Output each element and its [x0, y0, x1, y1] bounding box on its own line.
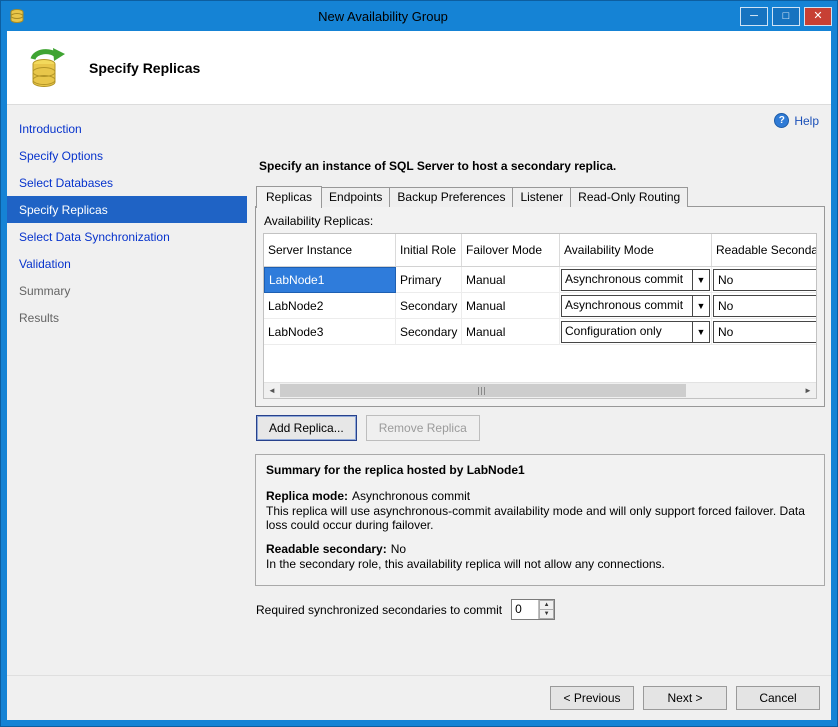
wizard-steps-sidebar: Introduction Specify Options Select Data… — [7, 105, 247, 675]
replicas-tab-panel: Availability Replicas: Server Instance I… — [255, 206, 825, 407]
tab-listener[interactable]: Listener — [512, 187, 571, 207]
replica-mode-label: Replica mode: — [266, 489, 348, 503]
readable-secondary-summary-value: No — [391, 542, 406, 556]
table-row[interactable]: LabNode3 Secondary Manual Configuration … — [264, 319, 816, 345]
sidebar-item-introduction[interactable]: Introduction — [7, 115, 247, 142]
scrollbar-thumb[interactable] — [280, 384, 686, 397]
spin-up-icon[interactable]: ▲ — [539, 600, 554, 610]
cell-failover-mode: Manual — [462, 319, 560, 345]
cell-failover-mode: Manual — [462, 293, 560, 319]
availability-replicas-label: Availability Replicas: — [264, 214, 817, 228]
titlebar[interactable]: New Availability Group ─ □ ✕ — [1, 1, 837, 31]
cell-server-instance[interactable]: LabNode1 — [264, 267, 396, 293]
scroll-left-icon[interactable]: ◄ — [264, 383, 280, 398]
availability-mode-dropdown[interactable]: Configuration only ▼ — [561, 321, 710, 343]
cancel-button[interactable]: Cancel — [736, 686, 820, 710]
grid-header-row: Server Instance Initial Role Failover Mo… — [264, 234, 816, 267]
help-label: Help — [794, 114, 819, 128]
add-replica-button[interactable]: Add Replica... — [256, 415, 357, 441]
minimize-button[interactable]: ─ — [740, 7, 768, 26]
readable-secondary-dropdown[interactable]: No — [713, 321, 817, 343]
previous-button[interactable]: < Previous — [550, 686, 634, 710]
required-secondaries-value[interactable]: 0 — [512, 600, 538, 619]
page-title: Specify Replicas — [89, 60, 200, 76]
readable-secondary-label: Readable secondary: — [266, 542, 387, 556]
availability-mode-value: Asynchronous commit — [562, 270, 692, 290]
cell-server-instance[interactable]: LabNode3 — [264, 319, 396, 345]
sidebar-item-validation[interactable]: Validation — [7, 250, 247, 277]
next-button[interactable]: Next > — [643, 686, 727, 710]
availability-mode-dropdown[interactable]: Asynchronous commit ▼ — [561, 269, 710, 291]
required-secondaries-label: Required synchronized secondaries to com… — [256, 603, 502, 617]
availability-mode-value: Configuration only — [562, 322, 692, 342]
sidebar-item-summary: Summary — [7, 277, 247, 304]
column-header-failover-mode[interactable]: Failover Mode — [462, 234, 560, 266]
window-title: New Availability Group — [26, 9, 740, 24]
instruction-text: Specify an instance of SQL Server to hos… — [259, 159, 825, 173]
column-header-server-instance[interactable]: Server Instance — [264, 234, 396, 266]
readable-secondary-description: In the secondary role, this availability… — [266, 557, 814, 571]
cell-failover-mode: Manual — [462, 267, 560, 293]
tab-backup-preferences[interactable]: Backup Preferences — [389, 187, 513, 207]
readable-secondary-dropdown[interactable]: No — [713, 295, 817, 317]
readable-secondary-value: No — [718, 273, 733, 287]
cell-availability-mode: Asynchronous commit ▼ — [560, 293, 712, 319]
cell-readable-secondary: No — [712, 267, 817, 293]
maximize-button[interactable]: □ — [772, 7, 800, 26]
table-row[interactable]: LabNode2 Secondary Manual Asynchronous c… — [264, 293, 816, 319]
required-secondaries-stepper[interactable]: 0 ▲ ▼ — [511, 599, 555, 620]
sidebar-item-select-databases[interactable]: Select Databases — [7, 169, 247, 196]
chevron-down-icon[interactable]: ▼ — [692, 322, 709, 342]
summary-title: Summary for the replica hosted by LabNod… — [266, 463, 814, 477]
sidebar-item-results: Results — [7, 304, 247, 331]
spin-down-icon[interactable]: ▼ — [539, 610, 554, 619]
tab-endpoints[interactable]: Endpoints — [321, 187, 390, 207]
close-button[interactable]: ✕ — [804, 7, 832, 26]
cell-readable-secondary: No — [712, 293, 817, 319]
column-header-availability-mode[interactable]: Availability Mode — [560, 234, 712, 266]
column-header-initial-role[interactable]: Initial Role — [396, 234, 462, 266]
sidebar-item-specify-replicas[interactable]: Specify Replicas — [7, 196, 247, 223]
readable-secondary-value: No — [718, 299, 733, 313]
cell-initial-role: Secondary — [396, 293, 462, 319]
cell-readable-secondary: No — [712, 319, 817, 345]
readable-secondary-dropdown[interactable]: No — [713, 269, 817, 291]
cell-initial-role: Primary — [396, 267, 462, 293]
app-icon — [8, 7, 26, 25]
availability-mode-value: Asynchronous commit — [562, 296, 692, 316]
cell-initial-role: Secondary — [396, 319, 462, 345]
availability-mode-dropdown[interactable]: Asynchronous commit ▼ — [561, 295, 710, 317]
chevron-down-icon[interactable]: ▼ — [692, 270, 709, 290]
remove-replica-button[interactable]: Remove Replica — [366, 415, 480, 441]
readable-secondary-value: No — [718, 325, 733, 339]
replica-mode-description: This replica will use asynchronous-commi… — [266, 504, 814, 532]
wizard-dialog: Specify Replicas Introduction Specify Op… — [7, 31, 831, 720]
horizontal-scrollbar[interactable]: ◄ ► — [264, 382, 816, 398]
new-availability-group-window: New Availability Group ─ □ ✕ Specify Rep… — [0, 0, 838, 727]
replica-summary-box: Summary for the replica hosted by LabNod… — [255, 454, 825, 586]
tab-strip: Replicas Endpoints Backup Preferences Li… — [255, 185, 825, 207]
scroll-right-icon[interactable]: ► — [800, 383, 816, 398]
help-icon: ? — [774, 113, 789, 128]
scrollbar-track[interactable] — [280, 383, 800, 398]
sidebar-item-specify-options[interactable]: Specify Options — [7, 142, 247, 169]
column-header-readable-secondary[interactable]: Readable Secondar — [712, 234, 817, 266]
wizard-header: Specify Replicas — [7, 31, 831, 105]
replica-mode-value: Asynchronous commit — [352, 489, 470, 503]
sidebar-item-select-data-synchronization[interactable]: Select Data Synchronization — [7, 223, 247, 250]
cell-availability-mode: Asynchronous commit ▼ — [560, 267, 712, 293]
cell-availability-mode: Configuration only ▼ — [560, 319, 712, 345]
main-content: ? Help Specify an instance of SQL Server… — [247, 105, 831, 675]
chevron-down-icon[interactable]: ▼ — [692, 296, 709, 316]
table-row[interactable]: LabNode1 Primary Manual Asynchronous com… — [264, 267, 816, 293]
availability-replicas-grid: Server Instance Initial Role Failover Mo… — [263, 233, 817, 399]
grid-empty-area — [264, 345, 816, 382]
cell-server-instance[interactable]: LabNode2 — [264, 293, 396, 319]
scrollbar-grip-icon — [478, 387, 487, 395]
tab-replicas[interactable]: Replicas — [256, 186, 322, 208]
wizard-footer: < Previous Next > Cancel — [7, 675, 831, 720]
replicas-header-icon — [23, 45, 69, 91]
tab-read-only-routing[interactable]: Read-Only Routing — [570, 187, 688, 207]
help-link[interactable]: ? Help — [774, 113, 819, 128]
